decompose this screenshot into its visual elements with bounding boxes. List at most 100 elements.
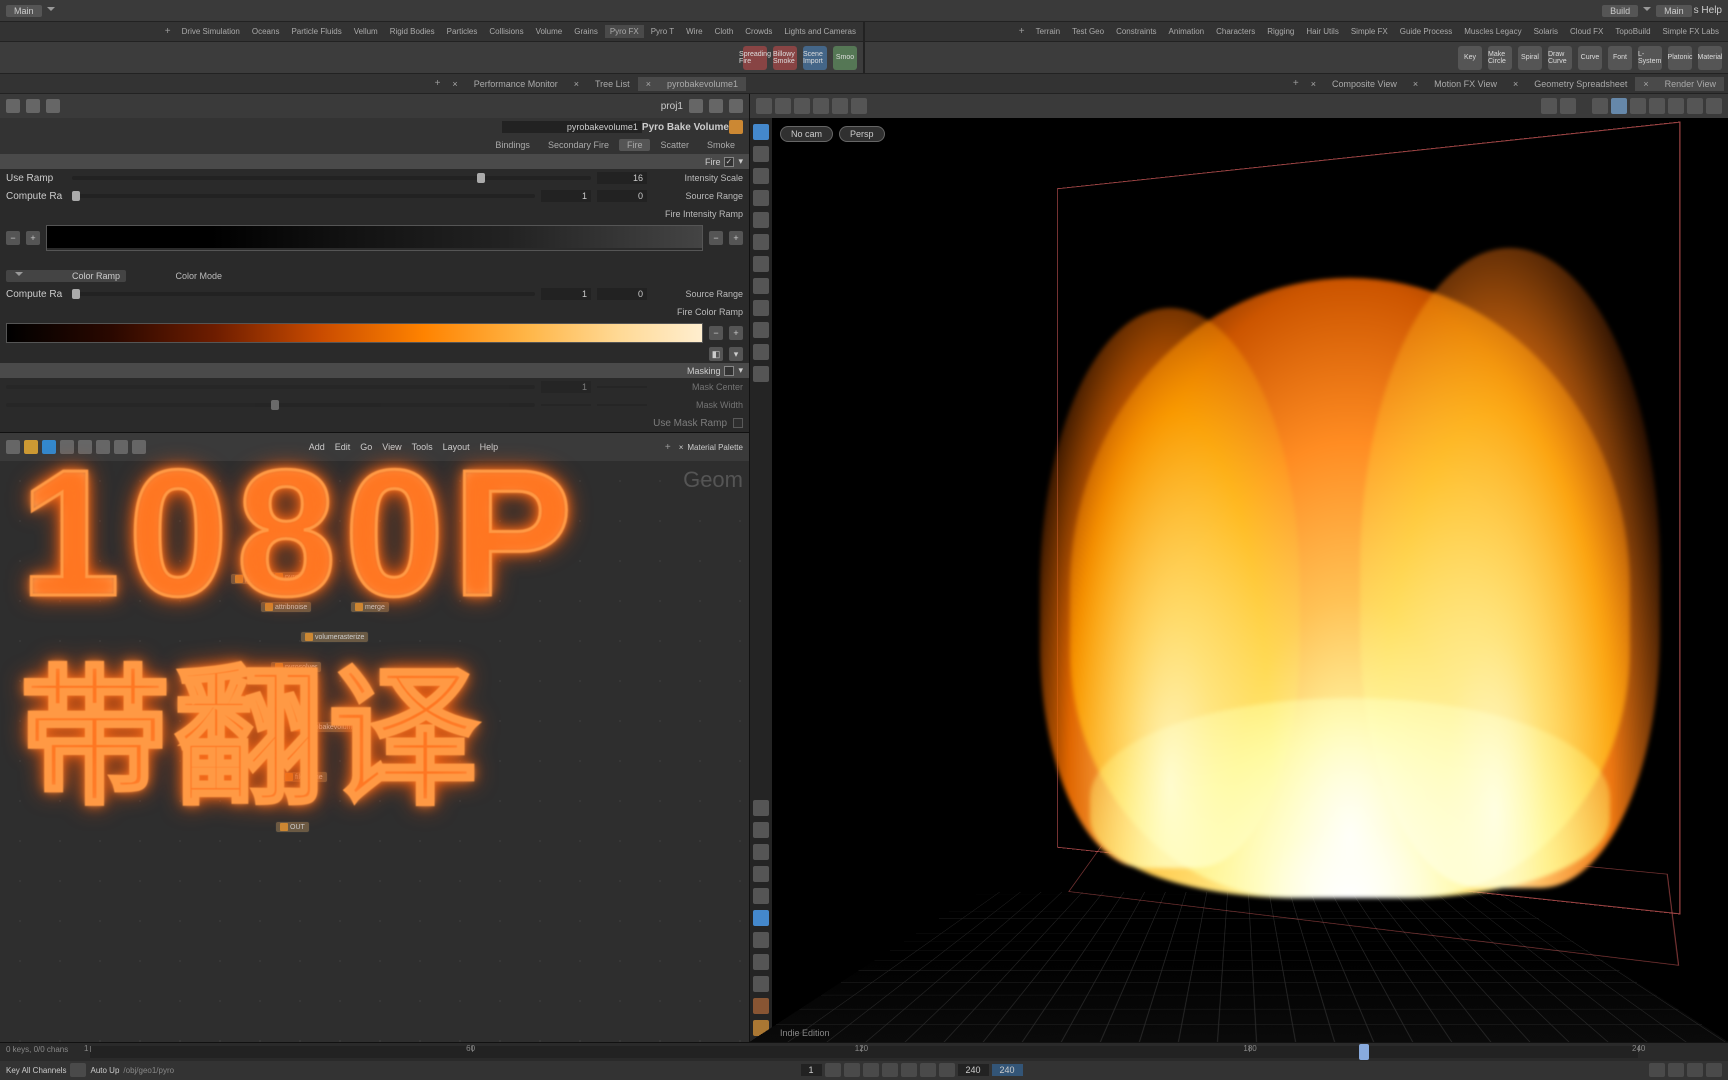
graph-node[interactable]: pyrobakevolume1 — [290, 721, 365, 733]
shelf-tab[interactable]: Vellum — [349, 25, 383, 38]
pane-tab[interactable]: Composite View — [1324, 77, 1405, 91]
vp-tool-icon[interactable] — [832, 98, 848, 114]
vp-icon[interactable] — [753, 322, 769, 338]
tool-icon[interactable]: Draw Curve — [1548, 46, 1572, 70]
shelf-tab[interactable]: Characters — [1211, 25, 1260, 38]
shelf-tab[interactable]: Collisions — [484, 25, 528, 38]
graph-node[interactable]: pyrosolver — [270, 661, 322, 673]
pane-tab[interactable]: × — [1405, 77, 1426, 91]
tool-icon[interactable]: Font — [1608, 46, 1632, 70]
graph-node[interactable]: OUT — [275, 821, 310, 833]
source-range-slider[interactable] — [72, 292, 535, 296]
nv-icon[interactable] — [24, 440, 38, 454]
vp-icon[interactable] — [753, 256, 769, 272]
skip-end-icon[interactable] — [939, 1063, 955, 1077]
rotate-tool-icon[interactable] — [753, 168, 769, 184]
end-frame[interactable]: 240 — [958, 1064, 989, 1076]
net-menu-item[interactable]: Tools — [412, 442, 433, 452]
node-name-input[interactable] — [502, 121, 642, 133]
clock-icon[interactable] — [70, 1063, 86, 1077]
vp-tool-icon[interactable] — [1630, 98, 1646, 114]
vp-icon[interactable] — [753, 800, 769, 816]
tool-icon[interactable]: L-System — [1638, 46, 1662, 70]
playhead[interactable] — [1359, 1044, 1369, 1060]
net-menu-item[interactable]: Layout — [443, 442, 470, 452]
nv-icon[interactable] — [96, 440, 110, 454]
shelf-tab[interactable]: Hair Utils — [1301, 25, 1343, 38]
tool-icon[interactable]: Make Circle — [1488, 46, 1512, 70]
vp-icon[interactable] — [753, 910, 769, 926]
nv-icon[interactable] — [6, 440, 20, 454]
tool-icon[interactable]: Smoo — [833, 46, 857, 70]
timeline-ruler[interactable]: 0 keys, 0/0 chans 160120180240 — [0, 1043, 1728, 1061]
search-icon[interactable] — [46, 99, 60, 113]
pane-tab[interactable]: Geometry Spreadsheet — [1526, 77, 1635, 91]
shelf-tab[interactable]: Test Geo — [1067, 25, 1109, 38]
vp-icon[interactable] — [753, 954, 769, 970]
camera-badge[interactable]: No cam — [780, 126, 833, 142]
vp-tool-icon[interactable] — [1541, 98, 1557, 114]
vp-icon[interactable] — [753, 844, 769, 860]
play-icon[interactable] — [901, 1063, 917, 1077]
shelf-tab[interactable]: Lights and Cameras — [779, 25, 861, 38]
scale-tool-icon[interactable] — [753, 190, 769, 206]
net-menu-item[interactable]: Edit — [335, 442, 351, 452]
minus-icon[interactable]: − — [6, 231, 20, 245]
forward-icon[interactable] — [689, 99, 703, 113]
vp-icon[interactable] — [753, 822, 769, 838]
compute-label[interactable]: Compute Ra — [6, 191, 66, 202]
subtab[interactable]: Bindings — [487, 139, 538, 151]
chevron-down-icon[interactable] — [1643, 7, 1651, 15]
nv-icon[interactable] — [78, 440, 92, 454]
vp-icon[interactable] — [753, 932, 769, 948]
net-menu-item[interactable]: Help — [480, 442, 499, 452]
net-crumb[interactable]: × — [679, 443, 684, 452]
net-crumb[interactable]: Material Palette — [687, 443, 743, 452]
shelf-tab[interactable]: Cloud FX — [1565, 25, 1608, 38]
tool-icon[interactable]: Curve — [1578, 46, 1602, 70]
shelf-tab[interactable]: Volume — [531, 25, 568, 38]
nv-icon[interactable] — [60, 440, 74, 454]
graph-node[interactable]: merge — [350, 601, 390, 613]
intensity-slider[interactable] — [72, 176, 591, 180]
move-tool-icon[interactable] — [753, 146, 769, 162]
swatch-icon[interactable]: ◧ — [709, 347, 723, 361]
shelf-tab[interactable]: Pyro FX — [605, 25, 644, 38]
shelf-tab[interactable]: Cloth — [710, 25, 739, 38]
pane-tab[interactable]: × — [444, 77, 465, 91]
pane-tab[interactable]: Tree List — [587, 77, 638, 91]
vp-icon[interactable] — [753, 866, 769, 882]
source-range-slider[interactable] — [72, 194, 535, 198]
graph-node[interactable]: filecache — [280, 771, 328, 783]
shelf-tab[interactable]: Crowds — [740, 25, 777, 38]
back-icon[interactable] — [709, 99, 723, 113]
vp-tool-icon[interactable] — [756, 98, 772, 114]
view-badge[interactable]: Persp — [839, 126, 885, 142]
vp-tool-icon[interactable] — [1592, 98, 1608, 114]
color-mode-dropdown[interactable]: Color Ramp — [6, 270, 126, 282]
skip-start-icon[interactable] — [825, 1063, 841, 1077]
vp-icon[interactable] — [753, 888, 769, 904]
tool-icon[interactable]: Spreading Fire — [743, 46, 767, 70]
nv-icon[interactable] — [132, 440, 146, 454]
graph-node[interactable]: pyrosource — [270, 571, 325, 583]
plus-icon[interactable]: + — [729, 326, 743, 340]
pane-tab[interactable]: Performance Monitor — [466, 77, 566, 91]
timeline-track[interactable]: 160120180240 — [90, 1046, 1638, 1058]
compute-label[interactable]: Compute Ra — [6, 289, 66, 300]
tool-icon[interactable]: Spiral — [1518, 46, 1542, 70]
vp-icon[interactable] — [753, 234, 769, 250]
minus-icon[interactable]: − — [709, 326, 723, 340]
dropper-icon[interactable]: ▾ — [729, 347, 743, 361]
key-channels-button[interactable]: Key All Channels — [6, 1066, 66, 1075]
checkbox-icon[interactable] — [724, 366, 734, 376]
scene-viewport[interactable]: No cam Persp Indie Edition — [750, 118, 1728, 1042]
shelf-tab[interactable]: Oceans — [247, 25, 285, 38]
pane-tab[interactable]: × — [1505, 77, 1526, 91]
vp-tool-icon[interactable] — [1668, 98, 1684, 114]
pane-tab[interactable]: Motion FX View — [1426, 77, 1505, 91]
add-tab-icon[interactable]: + — [661, 442, 675, 453]
fire-color-ramp[interactable] — [6, 323, 703, 343]
graph-node[interactable]: volumerasterize — [300, 631, 369, 643]
vp-tool-icon[interactable] — [775, 98, 791, 114]
